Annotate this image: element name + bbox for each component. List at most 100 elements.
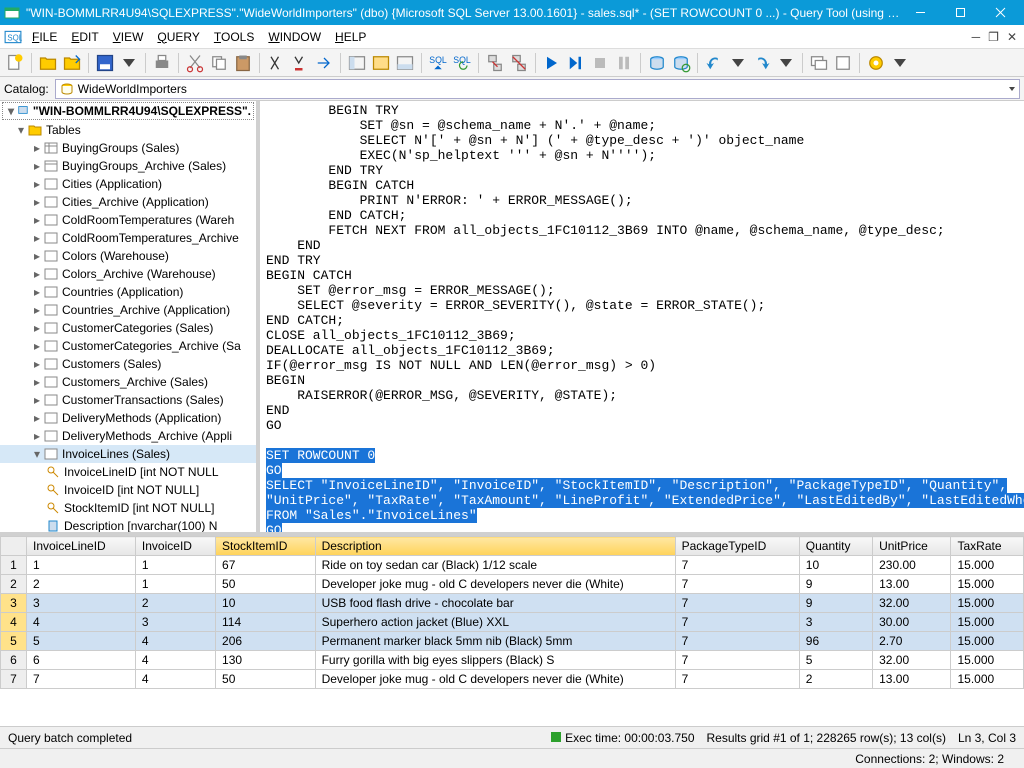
tree-table-item[interactable]: ▸DeliveryMethods (Application) [0, 409, 256, 427]
table-row[interactable]: 22150Developer joke mug - old C develope… [1, 575, 1024, 594]
save-button[interactable] [94, 52, 116, 74]
tree-table-item[interactable]: ▸Customers (Sales) [0, 355, 256, 373]
tree-column-item[interactable]: Description [nvarchar(100) N [0, 517, 256, 532]
cut-button[interactable] [184, 52, 206, 74]
collapse-icon[interactable]: ▾ [5, 104, 17, 118]
row-header[interactable]: 7 [1, 670, 27, 689]
chevron-down-icon[interactable] [1007, 84, 1017, 94]
tree-table-item[interactable]: ▸DeliveryMethods_Archive (Appli [0, 427, 256, 445]
execute-button[interactable] [541, 52, 563, 74]
tree-table-item[interactable]: ▸ColdRoomTemperatures (Wareh [0, 211, 256, 229]
tree-table-item[interactable]: ▸BuyingGroups_Archive (Sales) [0, 157, 256, 175]
menu-query[interactable]: QUERY [151, 28, 205, 46]
table-row[interactable]: 33210USB food flash drive - chocolate ba… [1, 594, 1024, 613]
tree-table-item[interactable]: ▸Colors (Warehouse) [0, 247, 256, 265]
redo-drop[interactable] [775, 52, 797, 74]
sql-editor[interactable]: BEGIN TRY SET @sn = @schema_name + N'.' … [260, 101, 1024, 532]
print-button[interactable] [151, 52, 173, 74]
col-invoicelineid[interactable]: InvoiceLineID [27, 537, 136, 556]
col-packagetypeid[interactable]: PackageTypeID [675, 537, 799, 556]
mdi-minimize[interactable]: ─ [969, 30, 984, 44]
row-header[interactable]: 1 [1, 556, 27, 575]
row-header[interactable]: 5 [1, 632, 27, 651]
menu-file[interactable]: FILE [26, 28, 63, 46]
col-description[interactable]: Description [315, 537, 675, 556]
close-button[interactable] [980, 0, 1020, 25]
col-taxrate[interactable]: TaxRate [951, 537, 1024, 556]
row-header[interactable]: 2 [1, 575, 27, 594]
sql-arrow-button[interactable]: SQL [427, 52, 449, 74]
menu-help[interactable]: HELP [329, 28, 372, 46]
mdi-close[interactable]: ✕ [1004, 30, 1020, 44]
options-drop[interactable] [889, 52, 911, 74]
tree-column-item[interactable]: InvoiceLineID [int NOT NULL [0, 463, 256, 481]
tree-column-item[interactable]: StockItemID [int NOT NULL] [0, 499, 256, 517]
tree-table-item[interactable]: ▸CustomerTransactions (Sales) [0, 391, 256, 409]
panel2-button[interactable] [370, 52, 392, 74]
execute-step-button[interactable] [565, 52, 587, 74]
col-quantity[interactable]: Quantity [799, 537, 872, 556]
collapse-icon[interactable]: ▾ [14, 123, 28, 137]
new-button[interactable] [4, 52, 26, 74]
redo-button[interactable] [751, 52, 773, 74]
table-row[interactable]: 554206Permanent marker black 5mm nib (Bl… [1, 632, 1024, 651]
col-unitprice[interactable]: UnitPrice [873, 537, 951, 556]
undo-button[interactable] [703, 52, 725, 74]
menu-window[interactable]: WINDOW [262, 28, 327, 46]
open-button[interactable] [37, 52, 59, 74]
panel1-button[interactable] [346, 52, 368, 74]
tree-table-item[interactable]: ▸Countries (Application) [0, 283, 256, 301]
open-recent-button[interactable] [61, 52, 83, 74]
catalog-combobox[interactable]: WideWorldImporters [55, 79, 1020, 99]
undo-drop[interactable] [727, 52, 749, 74]
menu-tools[interactable]: TOOLS [208, 28, 260, 46]
connect-button[interactable] [484, 52, 506, 74]
panel3-button[interactable] [394, 52, 416, 74]
find-button[interactable] [265, 52, 287, 74]
db-refresh1-button[interactable] [646, 52, 668, 74]
disconnect-button[interactable] [508, 52, 530, 74]
tree-table-item[interactable]: ▸Cities_Archive (Application) [0, 193, 256, 211]
paste-button[interactable] [232, 52, 254, 74]
tree-root[interactable]: ▾ "WIN-BOMMLRR4U94\SQLEXPRESS". [2, 102, 254, 120]
tree-table-item[interactable]: ▸CustomerCategories_Archive (Sa [0, 337, 256, 355]
object-tree[interactable]: ▾ "WIN-BOMMLRR4U94\SQLEXPRESS". ▾ Tables… [0, 101, 260, 532]
tree-tables-folder[interactable]: ▾ Tables [0, 121, 256, 139]
tree-table-item[interactable]: ▸Countries_Archive (Application) [0, 301, 256, 319]
save-dropdown[interactable] [118, 52, 140, 74]
mdi-restore[interactable]: ❐ [985, 30, 1002, 44]
tree-table-item[interactable]: ▸Cities (Application) [0, 175, 256, 193]
db-refresh2-button[interactable] [670, 52, 692, 74]
table-row[interactable]: 443114Superhero action jacket (Blue) XXL… [1, 613, 1024, 632]
results-grid[interactable]: InvoiceLineID InvoiceID StockItemID Desc… [0, 536, 1024, 726]
tree-table-item[interactable]: ▸CustomerCategories (Sales) [0, 319, 256, 337]
tree-table-item[interactable]: ▸Colors_Archive (Warehouse) [0, 265, 256, 283]
table-row[interactable]: 11167Ride on toy sedan car (Black) 1/12 … [1, 556, 1024, 575]
tree-table-item[interactable]: ▸ColdRoomTemperatures_Archive [0, 229, 256, 247]
table-row[interactable]: 664130Furry gorilla with big eyes slippe… [1, 651, 1024, 670]
pause-button[interactable] [613, 52, 635, 74]
stop-button[interactable] [589, 52, 611, 74]
row-header[interactable]: 3 [1, 594, 27, 613]
grid-corner[interactable] [1, 537, 27, 556]
row-header[interactable]: 4 [1, 613, 27, 632]
copy-button[interactable] [208, 52, 230, 74]
col-invoiceid[interactable]: InvoiceID [135, 537, 215, 556]
tree-table-item[interactable]: ▸Customers_Archive (Sales) [0, 373, 256, 391]
minimize-button[interactable] [900, 0, 940, 25]
menu-edit[interactable]: EDIT [65, 28, 104, 46]
maximize-button[interactable] [940, 0, 980, 25]
menu-view[interactable]: VIEW [107, 28, 150, 46]
options-button[interactable] [865, 52, 887, 74]
tree-table-item-selected[interactable]: ▾InvoiceLines (Sales) [0, 445, 256, 463]
replace-button[interactable] [289, 52, 311, 74]
sql-refresh-button[interactable]: SQL [451, 52, 473, 74]
row-header[interactable]: 6 [1, 651, 27, 670]
table-row[interactable]: 77450Developer joke mug - old C develope… [1, 670, 1024, 689]
tree-column-item[interactable]: InvoiceID [int NOT NULL] [0, 481, 256, 499]
col-stockitemid[interactable]: StockItemID [216, 537, 316, 556]
window-list-button[interactable] [808, 52, 830, 74]
window-new-button[interactable] [832, 52, 854, 74]
tree-table-item[interactable]: ▸BuyingGroups (Sales) [0, 139, 256, 157]
goto-button[interactable] [313, 52, 335, 74]
